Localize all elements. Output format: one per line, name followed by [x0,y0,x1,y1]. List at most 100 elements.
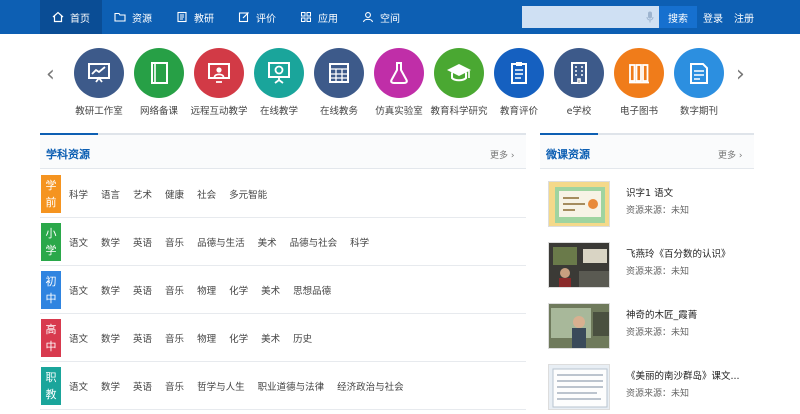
book-icon [177,11,187,23]
micro-more-link[interactable]: 更多 › [718,148,743,161]
subject-list: 语文 数学 英语 音乐 品德与生活 美术 品德与社会 科学 [69,235,382,249]
category-circle [554,48,604,98]
nav-label: 应用 [318,13,338,25]
register-link[interactable]: 注册 [734,0,754,34]
subject-link[interactable]: 历史 [293,331,312,345]
subject-link[interactable]: 品德与社会 [290,235,338,249]
micro-lesson-item[interactable]: 飞燕玲《百分数的认识》 资源来源：未知 [540,242,754,300]
subject-link[interactable]: 经济政治与社会 [337,379,404,393]
login-link[interactable]: 登录 [703,0,723,34]
lesson-title[interactable]: 识字1 语文 [626,185,754,199]
nav-item-apps[interactable]: 应用 [288,0,350,34]
subject-link[interactable]: 科学 [69,187,88,201]
subject-link[interactable]: 英语 [133,331,152,345]
subject-link[interactable]: 语文 [69,379,88,393]
search-button[interactable]: 搜索 [659,6,697,28]
nav-item-resources[interactable]: 资源 [102,0,164,34]
subject-link[interactable]: 思想品德 [293,283,331,297]
subject-link[interactable]: 品德与生活 [197,235,245,249]
stage-badge[interactable]: 职教 [41,366,61,405]
nav-item-evaluation[interactable]: 评价 [226,0,288,34]
subject-link[interactable]: 数学 [101,283,120,297]
subject-link[interactable]: 数学 [101,235,120,249]
lesson-title[interactable]: 《美丽的南沙群岛》课文... [626,368,754,382]
subject-link[interactable]: 化学 [229,283,248,297]
category-digital-journals[interactable]: 数字期刊 [661,48,737,117]
micro-lesson-item[interactable]: 识字1 语文 资源来源：未知 [540,181,754,239]
subject-link[interactable]: 社会 [197,187,216,201]
subject-link[interactable]: 数学 [101,331,120,345]
subject-link[interactable]: 语文 [69,235,88,249]
subject-link[interactable]: 美术 [261,331,280,345]
lesson-source: 资源来源：未知 [626,267,690,277]
category-circle [314,48,364,98]
nav-label: 资源 [132,13,152,25]
microphone-icon[interactable] [646,11,654,23]
lesson-thumbnail[interactable] [548,242,610,288]
lesson-thumbnail[interactable] [548,364,610,410]
micro-lesson-item[interactable]: 《美丽的南沙群岛》课文... 资源来源：未知 [540,364,754,414]
lesson-source: 资源来源：未知 [626,328,690,338]
subject-link[interactable]: 职业道德与法律 [258,379,325,393]
subject-list: 科学 语言 艺术 健康 社会 多元智能 [69,187,280,201]
subject-link[interactable]: 音乐 [165,331,184,345]
subject-link[interactable]: 英语 [133,283,152,297]
carousel-next-arrow-icon[interactable]: › [736,62,745,87]
subject-link[interactable]: 健康 [165,187,184,201]
subject-link[interactable]: 音乐 [165,379,184,393]
subject-more-link[interactable]: 更多 › [490,148,515,161]
subject-link[interactable]: 音乐 [165,235,184,249]
stage-badge[interactable]: 初中 [41,270,61,309]
main-nav: 首页 资源 教研 评价 应用 空间 [40,0,412,34]
nav-item-space[interactable]: 空间 [350,0,412,34]
subject-link[interactable]: 语文 [69,283,88,297]
building-icon [571,62,587,84]
subject-link[interactable]: 哲学与人生 [197,379,245,393]
top-nav-bar: 首页 资源 教研 评价 应用 空间 搜索 登录 注册 [0,0,800,34]
stage-badge[interactable]: 小学 [41,222,61,261]
subject-link[interactable]: 物理 [197,283,216,297]
journal-icon [690,63,708,84]
subject-link[interactable]: 音乐 [165,283,184,297]
stage-badge[interactable]: 学前 [41,174,61,213]
edit-icon [238,12,249,23]
subject-row-primary: 小学 语文 数学 英语 音乐 品德与生活 美术 品德与社会 科学 [40,218,526,266]
subject-link[interactable]: 多元智能 [229,187,267,201]
nav-label: 空间 [380,13,400,25]
lesson-thumbnail[interactable] [548,181,610,227]
stage-badge[interactable]: 高中 [41,318,61,357]
subject-list: 语文 数学 英语 音乐 物理 化学 美术 思想品德 [69,283,344,297]
subject-panel-title: 学科资源 [46,148,90,161]
subject-link[interactable]: 美术 [258,235,277,249]
subject-row-preschool: 学前 科学 语言 艺术 健康 社会 多元智能 [40,170,526,218]
clipboard-icon [511,62,527,84]
subject-link[interactable]: 数学 [101,379,120,393]
subject-panel-header: 学科资源 更多 › [40,133,526,169]
category-label: 数字期刊 [679,106,718,117]
category-circle [194,48,244,98]
carousel-prev-arrow-icon[interactable]: ‹ [46,62,55,87]
subject-link[interactable]: 科学 [350,235,369,249]
subject-row-vocational: 职教 语文 数学 英语 音乐 哲学与人生 职业道德与法律 经济政治与社会 [40,362,526,410]
nav-item-home[interactable]: 首页 [40,0,102,34]
subject-link[interactable]: 英语 [133,235,152,249]
notebook-icon [151,62,168,84]
lesson-title[interactable]: 飞燕玲《百分数的认识》 [626,246,754,260]
lesson-thumbnail[interactable] [548,303,610,349]
micro-lesson-item[interactable]: 神奇的木匠_霞菁 资源来源：未知 [540,303,754,361]
nav-item-research[interactable]: 教研 [164,0,226,34]
lesson-title[interactable]: 神奇的木匠_霞菁 [626,307,754,321]
subject-link[interactable]: 英语 [133,379,152,393]
subject-link[interactable]: 化学 [229,331,248,345]
search-input[interactable] [522,6,659,28]
micro-panel-title: 微课资源 [546,148,590,161]
subject-link[interactable]: 语言 [101,187,120,201]
subject-link[interactable]: 物理 [197,331,216,345]
search-box: 搜索 [522,6,700,28]
lesson-source: 资源来源：未知 [626,389,690,399]
more-arrow-icon: › [738,151,743,161]
subject-list: 语文 数学 英语 音乐 哲学与人生 职业道德与法律 经济政治与社会 [69,379,417,393]
subject-link[interactable]: 语文 [69,331,88,345]
subject-link[interactable]: 艺术 [133,187,152,201]
subject-link[interactable]: 美术 [261,283,280,297]
